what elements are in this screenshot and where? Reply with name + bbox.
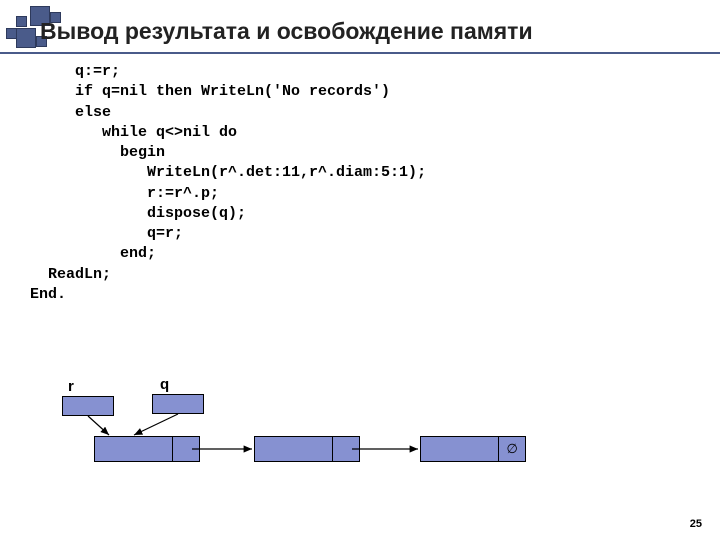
node-1 [94,436,200,462]
node-2 [254,436,360,462]
page-number: 25 [690,518,702,530]
r-label: r [68,378,74,395]
title-underline [0,52,720,54]
node-3: ∅ [420,436,526,462]
page-title: Вывод результата и освобождение памяти [40,18,533,45]
r-box [62,396,114,416]
code-block: q:=r; if q=nil then WriteLn('No records'… [30,62,426,305]
q-box [152,394,204,414]
arrows [62,378,622,488]
null-cell: ∅ [499,437,525,461]
q-label: q [160,376,169,393]
linked-list-diagram: r q ∅ [62,378,622,488]
